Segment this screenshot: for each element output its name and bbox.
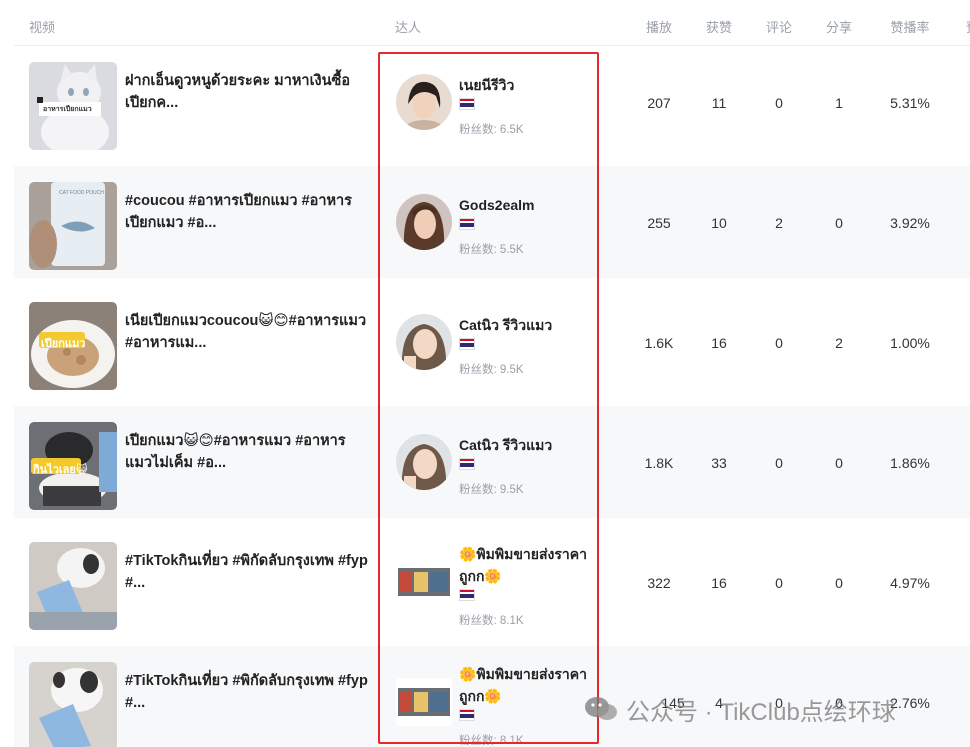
plays-value: 207 xyxy=(647,95,671,111)
thumbnail-caption: กินไวเลย😺 xyxy=(33,464,88,476)
video-title[interactable]: เปียกแมว😺😊#อาหารแมว #อาหารแมวไม่เค็ม #อ.… xyxy=(125,430,370,474)
like-rate-value: 4.97% xyxy=(890,575,930,591)
video-title[interactable]: #TikTokกินเที่ยว #พิกัดลับกรุงเทพ #fyp #… xyxy=(125,670,370,714)
comments-value: 0 xyxy=(775,335,783,351)
plays-value: 1.6K xyxy=(644,335,674,351)
likes-value: 10 xyxy=(711,215,727,231)
video-thumbnail[interactable]: อาหารเปียกแมว xyxy=(29,62,117,150)
plays-value: 322 xyxy=(647,575,671,591)
video-thumbnail[interactable] xyxy=(29,542,117,630)
table-header: 视频 达人 播放 获赞 评论 分享 赞播率 预 xyxy=(14,0,970,46)
likes-value: 16 xyxy=(711,335,727,351)
video-thumbnail[interactable]: CAT FOOD POUCH xyxy=(29,182,117,270)
like-rate-value: 2.76% xyxy=(890,695,930,711)
wechat-icon xyxy=(584,695,618,723)
thumbnail-caption: เปียกแมว xyxy=(41,338,86,350)
like-rate-value: 5.31% xyxy=(890,95,930,111)
thumbnail-caption: CAT FOOD POUCH xyxy=(59,190,104,196)
comments-value: 0 xyxy=(775,95,783,111)
video-thumbnail[interactable]: เปียกแมว xyxy=(29,302,117,390)
column-header-video[interactable]: 视频 xyxy=(29,17,55,36)
column-header-more[interactable]: 预 xyxy=(966,17,970,36)
column-header-creator[interactable]: 达人 xyxy=(395,17,421,36)
video-title[interactable]: #coucou #อาหารเปียกแมว #อาหารเปียกแมว #อ… xyxy=(125,190,370,234)
likes-value: 33 xyxy=(711,455,727,471)
shares-value: 2 xyxy=(835,335,843,351)
like-rate-value: 1.00% xyxy=(890,335,930,351)
column-header-likes[interactable]: 获赞 xyxy=(706,17,732,36)
shares-value: 0 xyxy=(835,575,843,591)
video-thumbnail[interactable]: กินไวเลย😺 xyxy=(29,422,117,510)
video-thumbnail[interactable] xyxy=(29,662,117,747)
shares-value: 1 xyxy=(835,95,843,111)
thumbnail-caption: อาหารเปียกแมว xyxy=(43,106,92,113)
plays-value: 1.8K xyxy=(644,455,674,471)
shares-value: 0 xyxy=(835,215,843,231)
column-header-plays[interactable]: 播放 xyxy=(646,17,672,36)
comments-value: 0 xyxy=(775,455,783,471)
likes-value: 11 xyxy=(711,95,727,111)
comments-value: 0 xyxy=(775,575,783,591)
video-title[interactable]: ฝากเอ็นดูวหนูด้วยระคะ มาหาเงินซื้อเปียกค… xyxy=(125,70,370,114)
comments-value: 2 xyxy=(775,215,783,231)
plays-value: 255 xyxy=(647,215,671,231)
shares-value: 0 xyxy=(835,455,843,471)
video-title[interactable]: #TikTokกินเที่ยว #พิกัดลับกรุงเทพ #fyp #… xyxy=(125,550,370,594)
likes-value: 16 xyxy=(711,575,727,591)
column-header-like-rate[interactable]: 赞播率 xyxy=(890,17,929,36)
column-header-shares[interactable]: 分享 xyxy=(826,17,852,36)
creator-column-highlight xyxy=(378,52,599,744)
like-rate-value: 1.86% xyxy=(890,455,930,471)
like-rate-value: 3.92% xyxy=(890,215,930,231)
column-header-comments[interactable]: 评论 xyxy=(766,17,792,36)
watermark: 公众号 · TikClub点绘环球 xyxy=(584,694,896,726)
watermark-text: 公众号 · TikClub点绘环球 xyxy=(626,698,896,726)
video-title[interactable]: เนียเปียกแมวcoucou😺😊#อาหารแมว #อาหารแม..… xyxy=(125,310,370,354)
